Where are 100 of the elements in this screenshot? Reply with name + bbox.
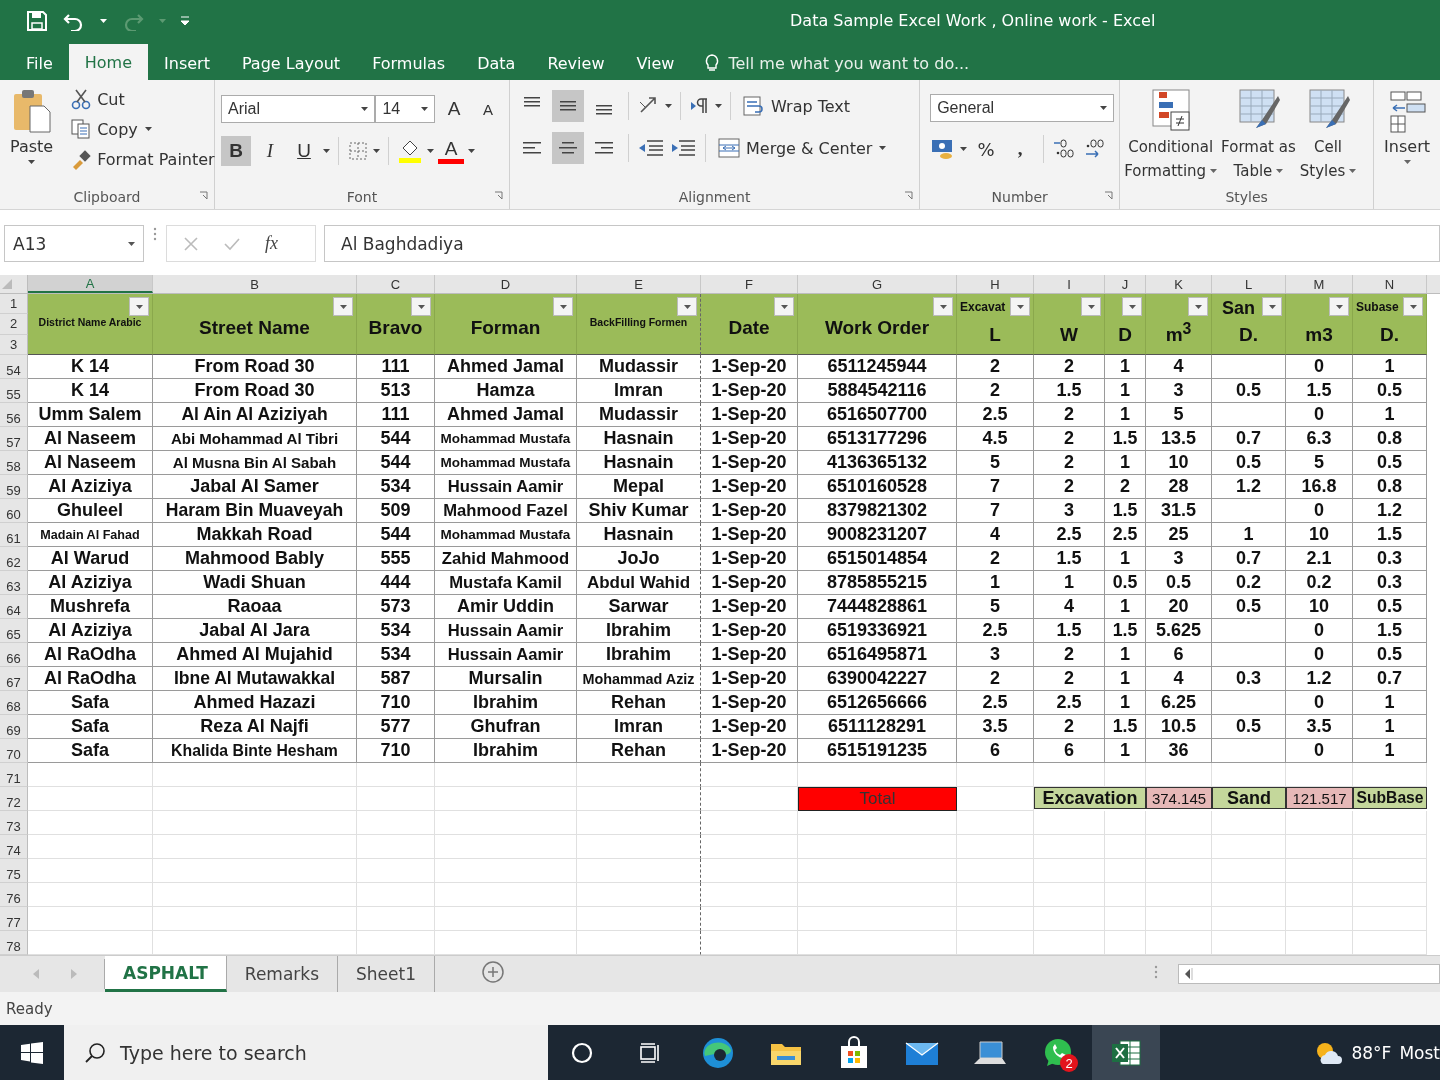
caret-icon[interactable] [417,304,425,309]
wrap-text-button[interactable]: Wrap Text [739,93,854,119]
caret-icon[interactable] [421,107,429,111]
paste-button[interactable]: Paste [6,86,58,185]
fill-color-icon[interactable] [397,138,423,164]
row-number[interactable]: 74 [0,835,28,859]
row-number[interactable]: 2 [0,314,28,335]
italic-button[interactable]: I [255,136,285,166]
caret-icon[interactable] [665,104,672,108]
row-number[interactable]: 61 [0,523,28,547]
caret-icon[interactable] [144,127,152,131]
row-number[interactable]: 54 [0,355,28,379]
filter-button[interactable] [933,297,953,316]
filter-button[interactable] [1188,297,1208,316]
row-number[interactable]: 67 [0,667,28,691]
dialog-launcher-icon[interactable] [199,191,208,200]
filter-button[interactable] [1081,297,1101,316]
number-format-field[interactable]: General [930,94,1115,122]
name-box[interactable]: A13 [4,225,144,262]
row-number[interactable]: 76 [0,883,28,907]
column-header[interactable]: L [1212,275,1286,293]
row-number[interactable]: 56 [0,403,28,427]
caret-icon[interactable] [323,149,330,153]
caret-icon[interactable] [1128,304,1136,309]
caret-icon[interactable] [1268,304,1276,309]
ribbon-tab[interactable]: Insert [148,46,226,80]
row-number[interactable]: 73 [0,811,28,835]
horizontal-scrollbar[interactable] [1178,964,1440,984]
filter-button[interactable] [411,297,431,316]
insert-function-button[interactable]: fx [265,233,278,254]
column-header[interactable]: D [435,275,577,293]
decrease-indent-icon[interactable] [637,137,665,159]
copy-button[interactable]: Copy [67,116,141,142]
row-number[interactable]: 1 [0,294,28,315]
caret-icon[interactable] [1210,169,1218,173]
filter-button[interactable] [553,297,573,316]
caret-icon[interactable] [468,149,475,153]
comma-style-button[interactable]: , [1005,134,1036,164]
ribbon-tab[interactable]: View [620,46,691,80]
ribbon-tab[interactable]: Home [68,44,149,80]
underline-button[interactable]: U [289,136,319,166]
font-size-field[interactable]: 14 [375,95,436,123]
row-number[interactable]: 78 [0,931,28,955]
caret-icon[interactable] [1194,304,1202,309]
row-number[interactable]: 65 [0,619,28,643]
column-header[interactable]: B [153,275,357,293]
customize-toolbar-icon[interactable] [180,16,190,26]
formula-field[interactable]: Al Baghdadiya [324,225,1440,262]
format-painter-button[interactable]: Format Painter [67,146,218,172]
caret-icon[interactable] [683,304,691,309]
caret-icon[interactable] [960,147,968,151]
insert-cells-button[interactable]: Insert [1380,84,1434,209]
cell-styles-button[interactable]: Cell Styles [1297,84,1359,185]
column-header[interactable]: H [957,275,1034,293]
caret-icon[interactable] [1409,304,1417,309]
save-icon[interactable] [26,10,48,32]
merge-center-button[interactable]: Merge & Center [714,135,876,161]
caret-icon[interactable] [128,241,135,246]
column-header[interactable]: K [1146,275,1212,293]
taskbar-button[interactable] [1092,1025,1160,1080]
taskbar-button[interactable]: 2 [1024,1025,1092,1080]
filter-button[interactable] [774,297,794,316]
percent-style-button[interactable]: % [971,134,1002,164]
column-header[interactable]: I [1034,275,1105,293]
sheet-tab[interactable]: ASPHALT [105,956,227,992]
row-number[interactable]: 57 [0,427,28,451]
cut-button[interactable]: Cut [67,86,218,112]
increase-indent-icon[interactable] [669,137,697,159]
vertical-align-button[interactable] [552,90,584,122]
dialog-launcher-icon[interactable] [494,191,503,200]
filter-button[interactable] [1403,297,1423,316]
bold-button[interactable]: B [221,136,251,166]
row-number[interactable]: 59 [0,475,28,499]
filter-button[interactable] [129,297,149,316]
caret-icon[interactable] [339,304,347,309]
row-number[interactable]: 66 [0,643,28,667]
caret-icon[interactable] [780,304,788,309]
filter-button[interactable] [677,297,697,316]
column-header[interactable]: E [577,275,701,293]
filter-button[interactable] [1010,297,1030,316]
ribbon-tab[interactable]: Page Layout [225,46,357,80]
format-as-table-button[interactable]: Format as Table [1219,84,1298,185]
column-header[interactable]: J [1105,275,1146,293]
caret-icon[interactable] [1349,169,1357,173]
column-header[interactable]: A [28,275,153,293]
filter-button[interactable] [1262,297,1282,316]
caret-icon[interactable] [373,149,380,153]
row-number[interactable]: 69 [0,715,28,739]
row-number[interactable]: 75 [0,859,28,883]
increase-font-size-button[interactable]: A [439,94,470,124]
column-header[interactable]: G [798,275,957,293]
filter-button[interactable] [333,297,353,316]
caret-icon[interactable] [715,104,722,108]
ribbon-tab[interactable]: Review [531,46,621,80]
row-number[interactable]: 3 [0,334,28,355]
ribbon-tab[interactable]: File [10,46,69,80]
caret-icon[interactable] [939,304,947,309]
row-number[interactable]: 72 [0,787,28,811]
caret-icon[interactable] [1087,304,1095,309]
caret-icon[interactable] [1100,106,1108,110]
